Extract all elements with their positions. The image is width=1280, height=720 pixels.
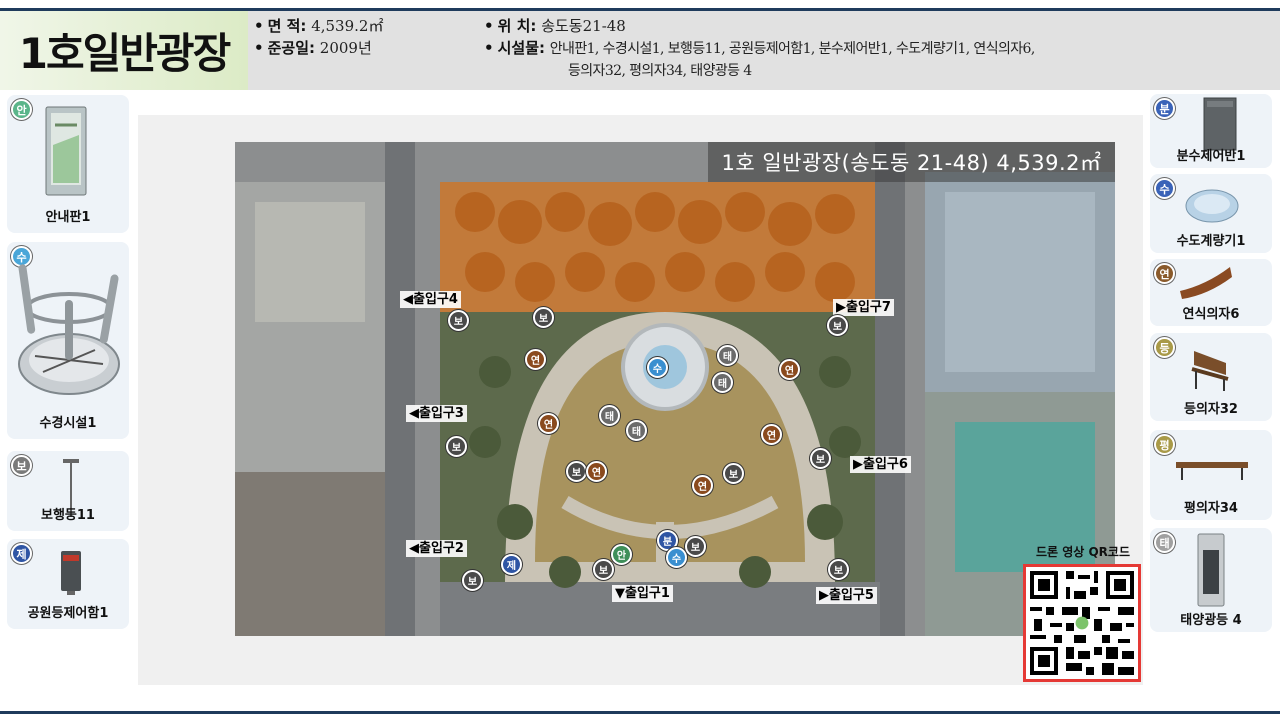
card-soft-bench: 연 연식의자6 — [1150, 259, 1272, 326]
qr-label: 드론 영상 QR코드 — [1035, 545, 1131, 559]
gate-label-7: ▶출입구7 — [833, 299, 894, 316]
date-label: 준공일: — [267, 39, 315, 57]
walkway-light-marker[interactable]: 보 — [810, 448, 831, 469]
water-meter-badge-icon: 수 — [1154, 178, 1175, 199]
soft-bench-badge-icon: 연 — [1154, 263, 1175, 284]
card-guide-board: 안 안내판1 — [7, 95, 129, 233]
walkway-light-label: 보행등11 — [41, 508, 95, 523]
water-meter-marker[interactable]: 수 — [666, 547, 687, 568]
fountain-panel-icon — [1203, 97, 1237, 151]
info-date: • 준공일: 2009년 — [254, 39, 372, 57]
qr-code[interactable] — [1023, 564, 1141, 682]
gate-label-6: ▶출입구6 — [850, 456, 911, 473]
walkway-light-marker[interactable]: 보 — [533, 307, 554, 328]
gate-label-2: ◀출입구2 — [406, 540, 467, 557]
card-flat-bench: 평 평의자34 — [1150, 430, 1272, 520]
card-fountain-panel: 분 분수제어반1 — [1150, 94, 1272, 168]
soft-bench-icon — [1180, 267, 1232, 299]
walkway-light-marker[interactable]: 보 — [593, 559, 614, 580]
soft-bench-marker[interactable]: 연 — [538, 413, 559, 434]
area-value: 4,539.2㎡ — [311, 17, 384, 35]
walkway-light-marker[interactable]: 보 — [685, 536, 706, 557]
page-title: 1호일반광장 — [18, 29, 231, 78]
soft-bench-label: 연식의자6 — [1182, 307, 1240, 322]
soft-bench-marker[interactable]: 연 — [525, 349, 546, 370]
walkway-light-marker[interactable]: 보 — [723, 463, 744, 484]
walkway-light-marker[interactable]: 보 — [446, 436, 467, 457]
date-value: 2009년 — [319, 39, 372, 57]
flat-bench-badge-icon: 평 — [1154, 434, 1175, 455]
flat-bench-icon — [1176, 462, 1248, 480]
water-meter-icon — [1185, 189, 1239, 223]
control-box-label: 공원등제어함1 — [27, 606, 109, 621]
area-label: 면 적: — [267, 17, 307, 35]
info-area: • 면 적: 4,539.2㎡ — [254, 17, 384, 35]
gate-label-3: ◀출입구3 — [406, 405, 467, 422]
info-facilities: • 시설물: 안내판1, 수경시설1, 보행등11, 공원등제어함1, 분수제어반… — [484, 39, 1036, 57]
water-feature-icon — [18, 264, 120, 395]
soft-bench-marker[interactable]: 연 — [586, 461, 607, 482]
title-box: 1호일반광장 — [0, 11, 248, 90]
walkway-light-marker[interactable]: 보 — [566, 461, 587, 482]
bottom-rule — [0, 711, 1280, 714]
guide-board-badge-icon: 안 — [11, 99, 32, 120]
location-label: 위 치: — [497, 17, 537, 35]
map-caption: 1호 일반광장(송도동 21-48) 4,539.2㎡ — [708, 142, 1115, 182]
guide-board-marker[interactable]: 안 — [611, 544, 632, 565]
back-bench-badge-icon: 등 — [1154, 337, 1175, 358]
page: 1호일반광장 • 면 적: 4,539.2㎡ • 준공일: 2009년 • 위 치: … — [0, 0, 1280, 720]
back-bench-icon — [1191, 351, 1229, 391]
card-water-feature: 수 수경시설1 — [7, 242, 129, 439]
guide-board-icon — [45, 106, 87, 196]
card-back-bench: 등 등의자32 — [1150, 333, 1272, 421]
card-water-meter: 수 수도계량기1 — [1150, 174, 1272, 253]
qr-code-icon — [1026, 567, 1138, 679]
control-box-marker[interactable]: 제 — [501, 554, 522, 575]
card-solar-light: 태 태양광등 4 — [1150, 528, 1272, 632]
info-location: • 위 치: 송도동21-48 — [484, 17, 626, 35]
control-box-badge-icon: 제 — [11, 543, 32, 564]
solar-light-marker[interactable]: 태 — [626, 420, 647, 441]
facilities-line1: 안내판1, 수경시설1, 보행등11, 공원등제어함1, 분수제어반1, 수도계… — [549, 41, 1036, 57]
gate-label-5: ▶출입구5 — [816, 587, 877, 604]
control-box-icon — [61, 551, 81, 595]
fountain-panel-badge-icon: 분 — [1154, 98, 1175, 119]
walkway-light-marker[interactable]: 보 — [827, 315, 848, 336]
card-control-box: 제 공원등제어함1 — [7, 539, 129, 629]
info-box: • 면 적: 4,539.2㎡ • 준공일: 2009년 • 위 치: 송도동21-4… — [248, 11, 1280, 90]
facilities-label: 시설물: — [497, 39, 545, 57]
flat-bench-label: 평의자34 — [1184, 501, 1238, 516]
solar-light-badge-icon: 태 — [1154, 532, 1175, 553]
water-feature-label: 수경시설1 — [39, 416, 97, 431]
walkway-light-marker[interactable]: 보 — [462, 570, 483, 591]
solar-light-icon — [1197, 533, 1225, 607]
info-facilities-2: 등의자32, 평의자34, 태양광등 4 — [568, 59, 752, 82]
fountain-panel-label: 분수제어반1 — [1176, 149, 1246, 164]
walkway-light-badge-icon: 보 — [11, 455, 32, 476]
solar-light-marker[interactable]: 태 — [717, 345, 738, 366]
solar-light-marker[interactable]: 태 — [712, 372, 733, 393]
solar-light-marker[interactable]: 태 — [599, 405, 620, 426]
solar-light-label: 태양광등 4 — [1180, 613, 1242, 628]
card-walkway-light: 보 보행등11 — [7, 451, 129, 531]
soft-bench-marker[interactable]: 연 — [692, 475, 713, 496]
gate-label-4: ◀출입구4 — [400, 291, 461, 308]
soft-bench-marker[interactable]: 연 — [779, 359, 800, 380]
location-value: 송도동21-48 — [541, 17, 626, 35]
facilities-line2: 등의자32, 평의자34, 태양광등 4 — [568, 63, 752, 79]
walkway-light-marker[interactable]: 보 — [448, 310, 469, 331]
walkway-light-marker[interactable]: 보 — [828, 559, 849, 580]
water-meter-label: 수도계량기1 — [1176, 234, 1246, 249]
soft-bench-marker[interactable]: 연 — [761, 424, 782, 445]
guide-board-label: 안내판1 — [45, 210, 91, 225]
back-bench-label: 등의자32 — [1184, 402, 1238, 417]
water-feature-marker[interactable]: 수 — [647, 357, 668, 378]
gate-label-1: ▼출입구1 — [612, 585, 673, 602]
